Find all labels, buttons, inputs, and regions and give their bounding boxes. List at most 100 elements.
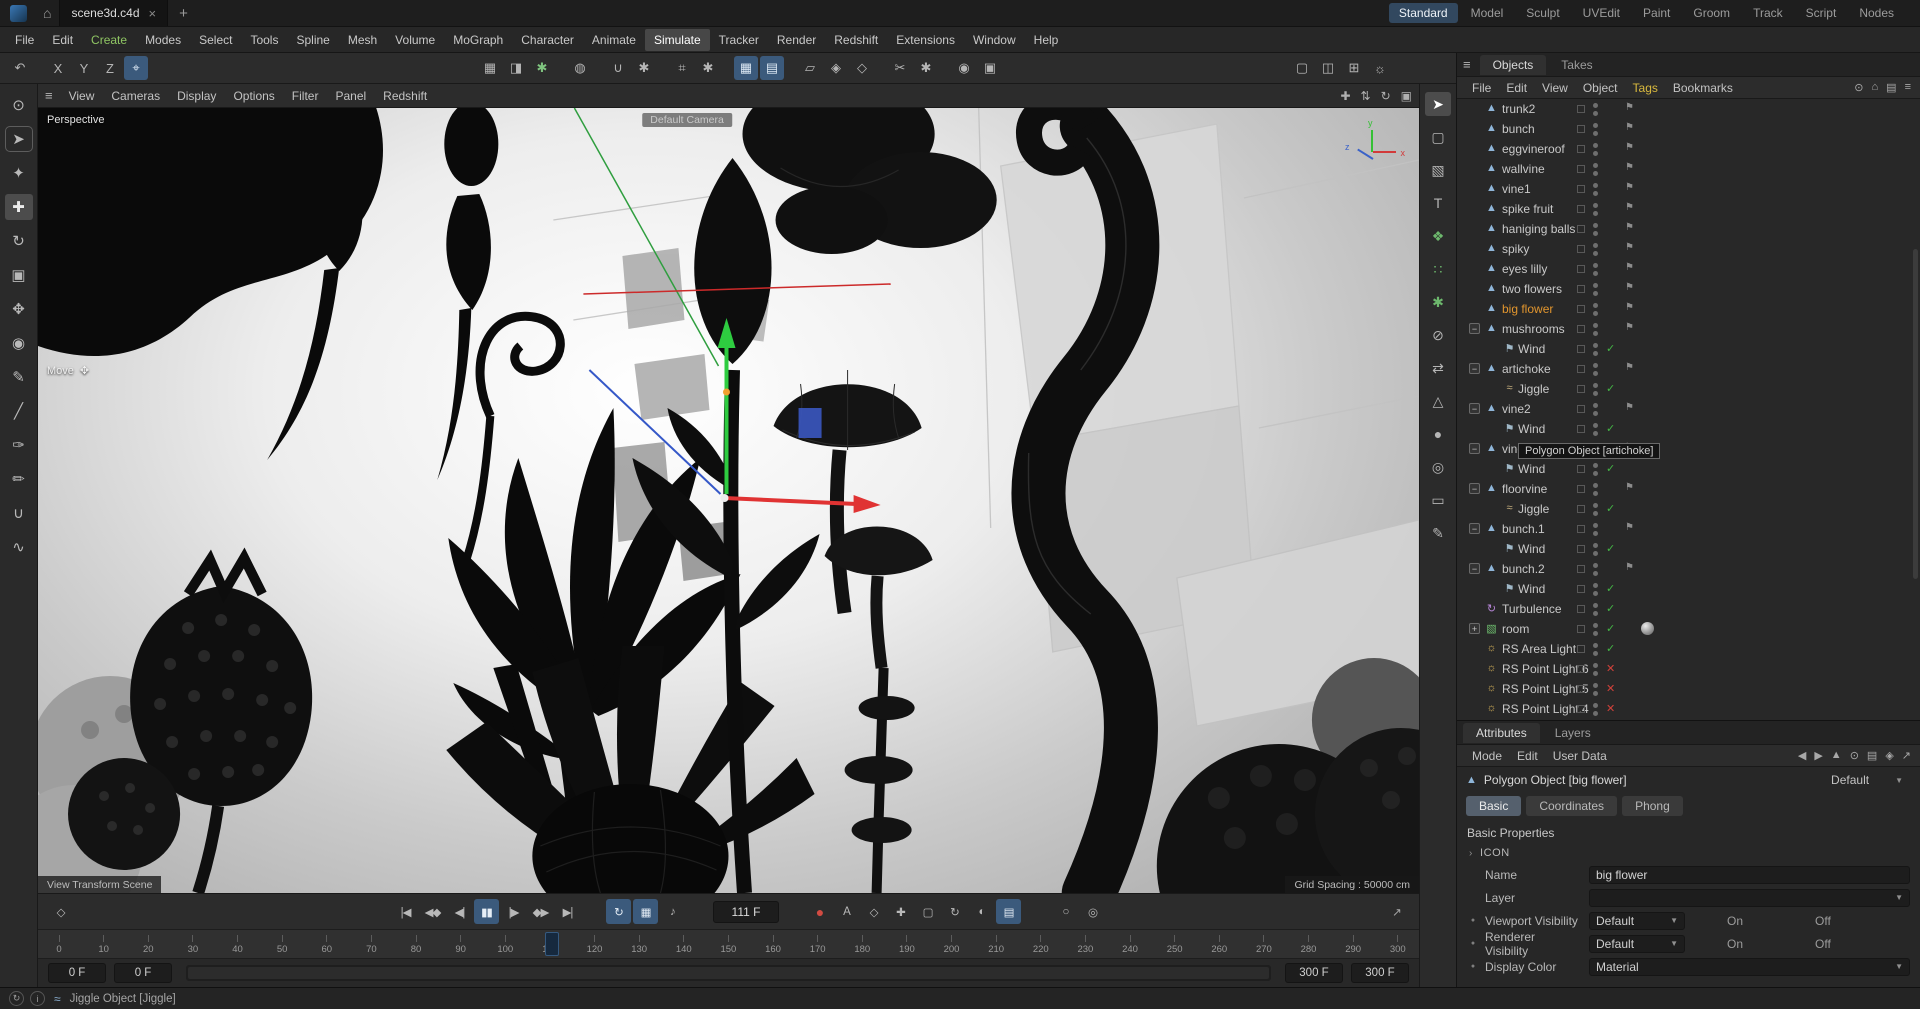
soft-selection-icon[interactable]: ◉	[5, 330, 33, 356]
object-name[interactable]: RS Point Light.5	[1502, 682, 1589, 696]
expander-toggle[interactable]: −	[1469, 483, 1480, 494]
range-end-field[interactable]: 300 F	[1351, 963, 1409, 983]
object-name[interactable]: Wind	[1518, 582, 1545, 596]
visibility-dots[interactable]	[1593, 343, 1598, 356]
expander-toggle[interactable]: −	[1469, 363, 1480, 374]
object-name[interactable]: RS Area Light	[1502, 642, 1576, 656]
disabled-cross-icon[interactable]	[1606, 682, 1615, 695]
layer-chip[interactable]	[1577, 405, 1585, 413]
expander-toggle[interactable]: −	[1469, 403, 1480, 414]
visibility-dots[interactable]	[1593, 603, 1598, 616]
disabled-cross-icon[interactable]	[1606, 702, 1615, 715]
menu-item[interactable]: Extensions	[887, 29, 964, 51]
visibility-dots[interactable]	[1593, 383, 1598, 396]
keyframe-dot[interactable]: ●	[1469, 940, 1477, 947]
menu-item[interactable]: Edit	[43, 29, 82, 51]
object-name[interactable]: RS Point Light.6	[1502, 662, 1589, 676]
icon-group-header[interactable]: › ICON	[1457, 843, 1920, 863]
viewport-menu-item[interactable]: Filter	[284, 86, 327, 106]
prev-frame-button[interactable]: ◀|	[447, 899, 472, 924]
material-preview[interactable]	[1641, 622, 1654, 635]
menu-item[interactable]: Spline	[287, 29, 338, 51]
marker-button[interactable]: ◇	[48, 899, 73, 924]
object-row[interactable]: − ▲ floorvine	[1457, 479, 1920, 499]
panel-tab[interactable]: Objects	[1479, 54, 1547, 75]
preview-start-field[interactable]: 0 F	[114, 963, 172, 983]
attribute-menu-item[interactable]: User Data	[1546, 747, 1614, 765]
layout-sculpt[interactable]: Sculpt	[1516, 3, 1569, 23]
enabled-check-icon[interactable]	[1606, 582, 1615, 595]
attribute-tab[interactable]: Phong	[1622, 796, 1683, 816]
anchor-button[interactable]: ⌗	[670, 56, 694, 80]
rotate-view-icon[interactable]: ↻	[1381, 89, 1391, 103]
object-manager-menu-item[interactable]: Bookmarks	[1666, 79, 1740, 97]
panel-tab[interactable]: Layers	[1542, 723, 1604, 743]
visibility-dots[interactable]	[1593, 323, 1598, 336]
object-name[interactable]: bunch.2	[1502, 562, 1545, 576]
layer-chip[interactable]	[1577, 205, 1585, 213]
layer-chip[interactable]	[1577, 605, 1585, 613]
tag-flag-icon[interactable]	[1625, 282, 1634, 293]
object-name[interactable]: spiky	[1502, 242, 1529, 256]
viewport-visibility-dropdown[interactable]: Default ▼	[1589, 911, 1685, 930]
filter-icon[interactable]: ▤	[1867, 749, 1877, 762]
spline-pen-icon[interactable]: ✎	[1425, 521, 1451, 545]
object-row[interactable]: ▲ eggvineroof	[1457, 139, 1920, 159]
layout-split-view-button[interactable]: ◫	[1316, 56, 1340, 80]
maximize-view-icon[interactable]: ▣	[1401, 89, 1412, 103]
sound-button[interactable]: ♪	[660, 899, 685, 924]
viewport-menu-item[interactable]: View	[61, 86, 103, 106]
axis-lock-button[interactable]: ◉	[952, 56, 976, 80]
menu-item[interactable]: File	[6, 29, 43, 51]
visibility-on-option[interactable]: On	[1727, 914, 1743, 928]
object-name[interactable]: wallvine	[1502, 162, 1545, 176]
rotate-tool-icon[interactable]: ↻	[5, 228, 33, 254]
visibility-dots[interactable]	[1593, 223, 1598, 236]
object-name[interactable]: Turbulence	[1502, 602, 1562, 616]
layer-chip[interactable]	[1577, 285, 1585, 293]
tag-flag-icon[interactable]	[1625, 182, 1634, 193]
coord-system-toggle[interactable]: ⌖	[124, 56, 148, 80]
cut-settings-button[interactable]: ✱	[914, 56, 938, 80]
timeline-popout-button[interactable]: ↗	[1384, 899, 1409, 924]
timeline-ruler[interactable]: 0102030405060708090100110120130140150160…	[38, 929, 1419, 959]
render-settings-button[interactable]: ✱	[530, 56, 554, 80]
camera-object-icon[interactable]: ◎	[1425, 455, 1451, 479]
object-row[interactable]: ⚑ Wind	[1457, 419, 1920, 439]
tag-flag-icon[interactable]	[1625, 202, 1634, 213]
scrollbar[interactable]	[1913, 249, 1918, 579]
object-row[interactable]: ▲ vine1	[1457, 179, 1920, 199]
object-manager-menu-item[interactable]: Tags	[1626, 79, 1665, 97]
object-name[interactable]: Wind	[1518, 462, 1545, 476]
object-row[interactable]: ▲ trunk2	[1457, 99, 1920, 119]
workplane-mode-button[interactable]: ◈	[824, 56, 848, 80]
layer-chip[interactable]	[1577, 585, 1585, 593]
layer-chip[interactable]	[1577, 185, 1585, 193]
layer-chip[interactable]	[1577, 325, 1585, 333]
visibility-dots[interactable]	[1593, 683, 1598, 696]
viewport-menu-icon[interactable]: ≡	[45, 88, 53, 103]
object-row[interactable]: − ▲ vine2	[1457, 399, 1920, 419]
object-name[interactable]: room	[1502, 622, 1529, 636]
layout-standard[interactable]: Standard	[1388, 3, 1458, 23]
attribute-menu-item[interactable]: Mode	[1465, 747, 1509, 765]
viewport-menu-item[interactable]: Options	[225, 86, 282, 106]
layer-chip[interactable]	[1577, 685, 1585, 693]
expander-toggle[interactable]: −	[1469, 443, 1480, 454]
tag-flag-icon[interactable]	[1625, 322, 1634, 333]
play-pause-button[interactable]: ▮▮	[474, 899, 499, 924]
tag-flag-icon[interactable]	[1625, 162, 1634, 173]
enabled-check-icon[interactable]	[1606, 342, 1615, 355]
layer-chip[interactable]	[1577, 425, 1585, 433]
move-tool-icon[interactable]: ✚	[4, 194, 33, 220]
object-row[interactable]: ▲ spiky	[1457, 239, 1920, 259]
visibility-dots[interactable]	[1593, 523, 1598, 536]
object-name[interactable]: two flowers	[1502, 282, 1562, 296]
expander-toggle[interactable]: −	[1469, 323, 1480, 334]
menu-item[interactable]: Redshift	[825, 29, 887, 51]
layer-chip[interactable]	[1577, 105, 1585, 113]
layer-chip[interactable]	[1577, 145, 1585, 153]
live-selection-icon[interactable]: ➤	[5, 126, 33, 152]
layer-chip[interactable]	[1577, 265, 1585, 273]
attribute-tab[interactable]: Basic	[1466, 796, 1522, 816]
